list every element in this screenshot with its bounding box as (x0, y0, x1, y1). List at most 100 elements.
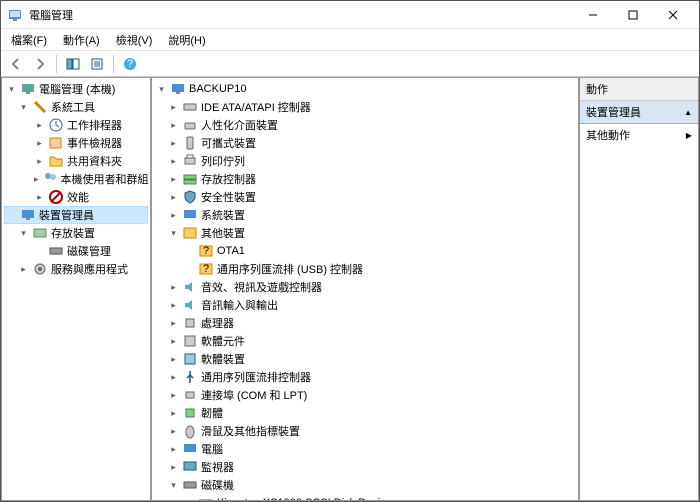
computer-icon (182, 441, 198, 457)
device-hid[interactable]: ▸人性化介面裝置 (154, 116, 576, 134)
tree-performance[interactable]: ▸效能 (4, 188, 148, 206)
firmware-icon (182, 405, 198, 421)
device-usb-unknown[interactable]: ?通用序列匯流排 (USB) 控制器 (154, 260, 576, 278)
tree-root[interactable]: ▾電腦管理 (本機) (4, 80, 148, 98)
collapse-icon: ▲ (684, 108, 692, 117)
component-icon (182, 333, 198, 349)
device-manager-icon (20, 207, 36, 223)
svg-text:?: ? (203, 263, 209, 275)
tree-shared-folders[interactable]: ▸共用資料夾 (4, 152, 148, 170)
svg-text:?: ? (203, 245, 209, 257)
device-tree[interactable]: ▾BACKUP10 ▸IDE ATA/ATAPI 控制器 ▸人性化介面裝置 ▸可… (151, 77, 579, 501)
software-icon (182, 351, 198, 367)
computer-icon (20, 81, 36, 97)
tree-services[interactable]: ▸服務與應用程式 (4, 260, 148, 278)
toolbar-separator (113, 55, 114, 73)
tree-device-manager[interactable]: 裝置管理員 (4, 206, 148, 224)
minimize-button[interactable] (573, 2, 613, 28)
tree-local-users[interactable]: ▸本機使用者和群組 (4, 170, 148, 188)
system-icon (182, 207, 198, 223)
window-title: 電腦管理 (29, 7, 573, 23)
tree-disk-management[interactable]: 磁碟管理 (4, 242, 148, 260)
help-button[interactable]: ? (119, 53, 141, 75)
menu-view[interactable]: 檢視(V) (110, 30, 159, 50)
navigation-tree[interactable]: ▾電腦管理 (本機) ▾系統工具 ▸工作排程器 ▸事件檢視器 ▸共用資料夾 ▸本… (1, 77, 151, 501)
toolbar: ? (1, 51, 699, 77)
device-monitors[interactable]: ▸監視器 (154, 458, 576, 476)
computer-icon (170, 81, 186, 97)
cpu-icon (182, 315, 198, 331)
printer-icon (182, 153, 198, 169)
mouse-icon (182, 423, 198, 439)
app-icon (7, 7, 23, 23)
tree-system-tools[interactable]: ▾系統工具 (4, 98, 148, 116)
tree-event-viewer[interactable]: ▸事件檢視器 (4, 134, 148, 152)
device-firmware-components[interactable]: ▸軟體元件 (154, 332, 576, 350)
device-security[interactable]: ▸安全性裝置 (154, 188, 576, 206)
tools-icon (32, 99, 48, 115)
users-icon (42, 171, 58, 187)
event-icon (48, 135, 64, 151)
port-icon (182, 387, 198, 403)
close-button[interactable] (653, 2, 693, 28)
svg-text:?: ? (127, 58, 133, 70)
disk-icon (48, 243, 64, 259)
actions-selected[interactable]: 裝置管理員▲ (580, 101, 698, 124)
device-computer-category[interactable]: ▸電腦 (154, 440, 576, 458)
content-area: ▾電腦管理 (本機) ▾系統工具 ▸工作排程器 ▸事件檢視器 ▸共用資料夾 ▸本… (1, 77, 699, 501)
forward-button[interactable] (29, 53, 51, 75)
sound-icon (182, 279, 198, 295)
menu-action[interactable]: 動作(A) (57, 30, 106, 50)
device-disk1[interactable]: Kingston XS1000 SCSI Disk Device (154, 494, 576, 501)
menu-help[interactable]: 說明(H) (162, 30, 211, 50)
audio-icon (182, 297, 198, 313)
back-button[interactable] (5, 53, 27, 75)
expand-icon: ▶ (686, 131, 692, 140)
actions-other[interactable]: 其他動作▶ (580, 124, 698, 146)
disk-icon (182, 477, 198, 493)
device-portable[interactable]: ▸可攜式裝置 (154, 134, 576, 152)
device-usb-controllers[interactable]: ▸通用序列匯流排控制器 (154, 368, 576, 386)
clock-icon (48, 117, 64, 133)
disk-icon (198, 495, 214, 501)
storage-icon (32, 225, 48, 241)
maximize-button[interactable] (613, 2, 653, 28)
unknown-icon: ? (198, 261, 214, 277)
device-ports[interactable]: ▸連接埠 (COM 和 LPT) (154, 386, 576, 404)
performance-icon (48, 189, 64, 205)
menu-file[interactable]: 檔案(F) (5, 30, 53, 50)
device-other[interactable]: ▾其他裝置 (154, 224, 576, 242)
toolbar-separator (56, 55, 57, 73)
device-software-devices[interactable]: ▸軟體裝置 (154, 350, 576, 368)
device-storage-controllers[interactable]: ▸存放控制器 (154, 170, 576, 188)
security-icon (182, 189, 198, 205)
device-mice[interactable]: ▸滑鼠及其他指標裝置 (154, 422, 576, 440)
usb-icon (182, 369, 198, 385)
ide-icon (182, 99, 198, 115)
window-controls (573, 2, 693, 28)
device-processors[interactable]: ▸處理器 (154, 314, 576, 332)
device-ota1[interactable]: ?OTA1 (154, 242, 576, 260)
computer-management-window: 電腦管理 檔案(F) 動作(A) 檢視(V) 說明(H) ? ▾電腦管理 (本機… (0, 0, 700, 502)
tree-storage[interactable]: ▾存放裝置 (4, 224, 148, 242)
hid-icon (182, 117, 198, 133)
services-icon (32, 261, 48, 277)
storage-ctrl-icon (182, 171, 198, 187)
device-ide[interactable]: ▸IDE ATA/ATAPI 控制器 (154, 98, 576, 116)
device-audio-io[interactable]: ▸音訊輸入與輸出 (154, 296, 576, 314)
device-sound[interactable]: ▸音效、視訊及遊戲控制器 (154, 278, 576, 296)
other-icon (182, 225, 198, 241)
properties-button[interactable] (86, 53, 108, 75)
actions-pane: 動作 裝置管理員▲ 其他動作▶ (579, 77, 699, 501)
device-disk-drives[interactable]: ▾磁碟機 (154, 476, 576, 494)
tree-task-scheduler[interactable]: ▸工作排程器 (4, 116, 148, 134)
monitor-icon (182, 459, 198, 475)
device-firmware[interactable]: ▸韌體 (154, 404, 576, 422)
device-computer[interactable]: ▾BACKUP10 (154, 80, 576, 98)
device-print-queues[interactable]: ▸列印佇列 (154, 152, 576, 170)
menubar: 檔案(F) 動作(A) 檢視(V) 說明(H) (1, 29, 699, 51)
actions-header: 動作 (580, 78, 698, 101)
show-hide-button[interactable] (62, 53, 84, 75)
titlebar: 電腦管理 (1, 1, 699, 29)
device-system[interactable]: ▸系統裝置 (154, 206, 576, 224)
